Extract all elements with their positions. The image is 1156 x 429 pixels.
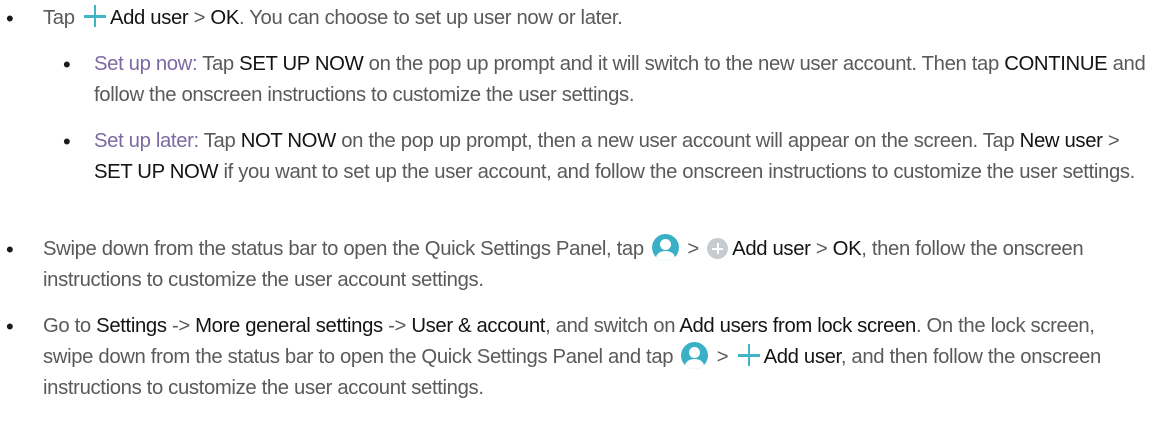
sub-item-set-up-now: • Set up now: Tap SET UP NOW on the pop … [0,49,1156,111]
text: if you want to set up the user account, … [223,161,1136,183]
set-up-now-label: Set up now: [94,53,198,75]
text: on the pop up prompt, then a new user ac… [341,130,1015,152]
sub-item-set-up-later: • Set up later: Tap NOT NOW on the pop u… [0,126,1156,188]
separator: > [193,7,206,29]
ok-label: OK [832,238,862,260]
add-user-label: Add user [763,346,842,368]
bullet: • [63,52,71,77]
text: Tap [43,7,75,29]
arrow: -> [388,315,407,337]
separator: > [687,238,699,260]
bullet: • [63,129,71,154]
list-item-text: Go to Settings -> More general settings … [43,311,1148,404]
separator: > [1107,130,1120,152]
more-general-settings-keyword: More general settings [195,315,383,337]
separator: > [815,238,828,260]
arrow: -> [171,315,190,337]
set-up-later-label: Set up later: [94,130,199,152]
text: . You can choose to set up user now or l… [239,7,623,29]
list-item-lock-screen: • Go to Settings -> More general setting… [0,311,1156,404]
text: Tap [202,53,234,75]
not-now-keyword: NOT NOW [240,130,337,152]
separator: > [716,346,729,368]
plus-icon [83,5,106,27]
user-account-keyword: User & account [411,315,546,337]
circle-plus-icon [707,238,729,259]
list-item-text: Swipe down from the status bar to open t… [43,234,1148,296]
ok-label: OK [210,7,240,29]
list-item-quick-settings: • Swipe down from the status bar to open… [0,234,1156,296]
continue-keyword: CONTINUE [1004,53,1108,75]
setup-now-keyword: SET UP NOW [239,53,364,75]
sub-item-text: Set up later: Tap NOT NOW on the pop up … [94,126,1148,188]
bullet: • [6,237,14,262]
add-users-lock-screen-keyword: Add users from lock screen [679,315,916,337]
settings-keyword: Settings [96,315,167,337]
list-item-add-user: • Tap Add user > OK. You can choose to s… [0,3,1156,34]
new-user-keyword: New user [1019,130,1103,152]
text: Go to [43,315,91,337]
list-item-text: Tap Add user > OK. You can choose to set… [43,3,1148,34]
text: Tap [203,130,236,152]
sub-item-text: Set up now: Tap SET UP NOW on the pop up… [94,49,1148,111]
plus-icon [737,344,760,366]
bullet: • [6,314,14,339]
text: on the pop up prompt and it will switch … [368,53,1000,75]
user-icon [652,234,680,261]
add-user-label: Add user [109,7,189,29]
user-icon [681,342,709,369]
text: , and switch on [545,315,676,337]
setup-now-keyword: SET UP NOW [94,161,219,183]
instructions-document: • Tap Add user > OK. You can choose to s… [0,0,1156,429]
text: Swipe down from the status bar to open t… [43,238,644,260]
add-user-label: Add user [732,238,811,260]
bullet: • [6,6,14,31]
